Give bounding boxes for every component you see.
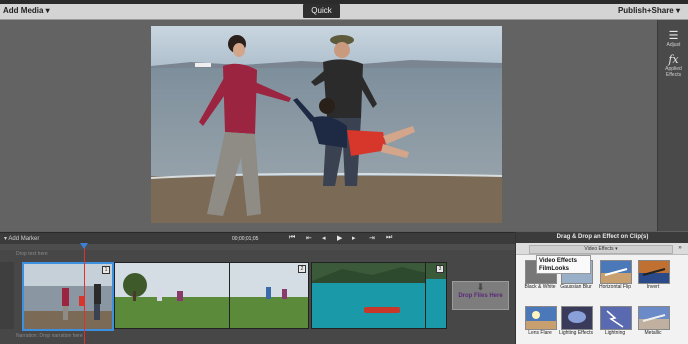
effects-category-menu: Video Effects FilmLooks	[536, 255, 591, 274]
effect-label: Gaussian Blur	[560, 284, 592, 290]
effect-thumbnail	[601, 268, 631, 283]
clip-thumbnail	[312, 263, 426, 328]
clip-thumbnail	[24, 264, 112, 329]
adjust-tool[interactable]: ☰ Adjust	[658, 30, 688, 48]
drop-files-label: Drop Files Here	[458, 293, 503, 299]
video-preview[interactable]	[151, 26, 502, 223]
effects-panel-title: Drag & Drop an Effect on Clip(s)	[516, 232, 688, 243]
step-forward-icon[interactable]: ▸	[352, 234, 356, 242]
fx-icon: fx	[668, 53, 679, 66]
go-to-end-icon[interactable]: ⏭	[386, 234, 392, 242]
timeline-track-header	[0, 262, 14, 329]
effect-label: Invert	[646, 284, 660, 290]
video-frame	[151, 26, 502, 223]
effect-invert[interactable]	[638, 260, 670, 284]
applied-effects-tool[interactable]: fx Applied Effects	[658, 53, 688, 79]
effect-thumbnail	[639, 314, 669, 329]
effect-thumbnail	[639, 268, 669, 283]
menu-item-filmlooks[interactable]: FilmLooks	[539, 265, 590, 273]
effect-label: Horizontal Flip	[599, 284, 631, 290]
video-track: 1 2 3	[22, 262, 450, 331]
clip-thumbnail	[115, 263, 230, 328]
add-marker-label: Add Marker	[8, 236, 40, 242]
clip-number-badge: 2	[298, 265, 306, 273]
clip-park[interactable]	[114, 262, 231, 329]
effect-lighting-effects[interactable]	[561, 306, 593, 330]
effects-panel: Drag & Drop an Effect on Clip(s) Video E…	[515, 232, 688, 344]
narration-track-hint: Narration: Drop narration here	[16, 333, 83, 339]
down-arrow-icon: ⬇	[476, 282, 485, 292]
effect-lightning[interactable]	[600, 306, 632, 330]
clip-lake-tail[interactable]: 3	[425, 262, 447, 329]
add-marker-button[interactable]: ▾ Add Marker	[4, 235, 39, 242]
sliders-icon: ☰	[668, 30, 679, 42]
quick-mode-button[interactable]: Quick	[303, 4, 340, 18]
effect-horizontal-flip[interactable]	[600, 260, 632, 284]
effects-category-row: Video Effects ▾ »	[516, 243, 688, 255]
clip-beach[interactable]: 1	[22, 262, 114, 331]
text-track-hint: Drop text here	[16, 251, 48, 257]
effect-label: Lightning	[604, 330, 626, 336]
marker-triangle-icon: ▾	[4, 236, 8, 242]
playhead-line	[84, 244, 85, 344]
next-edit-icon[interactable]: ⇥	[369, 234, 375, 242]
effect-thumbnail	[606, 310, 624, 328]
effects-category-dropdown[interactable]: Video Effects ▾	[529, 245, 673, 254]
next-category-icon[interactable]: »	[675, 244, 685, 253]
clip-thumbnail	[230, 263, 308, 328]
add-media-button[interactable]: Add Media ▾	[3, 6, 50, 15]
effect-label: Metallic	[644, 330, 662, 336]
publish-share-button[interactable]: Publish+Share ▾	[618, 6, 680, 15]
adjust-label: Adjust	[666, 42, 681, 48]
previous-edit-icon[interactable]: ⇤	[306, 234, 312, 242]
applied-effects-label: Applied Effects	[665, 66, 682, 78]
step-back-icon[interactable]: ◂	[322, 234, 326, 242]
playhead-handle[interactable]	[80, 243, 88, 249]
timecode-display: 00;00;01;05	[232, 236, 259, 242]
clip-number-badge: 1	[102, 266, 110, 274]
effect-label: Black & White	[524, 284, 556, 290]
drop-files-target[interactable]: ⬇ Drop Files Here	[452, 281, 509, 310]
effect-thumbnail	[526, 311, 556, 329]
effect-metallic[interactable]	[638, 306, 670, 330]
go-to-start-icon[interactable]: ⏮	[289, 234, 295, 242]
right-tool-panel: ☰ Adjust fx Applied Effects	[657, 20, 688, 231]
effect-label: Lighting Effects	[558, 330, 594, 336]
effect-label: Lens Flare	[528, 330, 552, 336]
clip-lake[interactable]	[311, 262, 427, 329]
menu-item-video-effects[interactable]: Video Effects	[539, 257, 590, 265]
top-toolbar: Add Media ▾ Quick Publish+Share ▾	[0, 4, 688, 20]
play-icon[interactable]: ▶	[337, 234, 342, 242]
clip-park-2[interactable]: 2	[229, 262, 309, 329]
effect-thumbnail	[568, 311, 586, 323]
effect-lens-flare[interactable]	[525, 306, 557, 330]
clip-number-badge: 3	[436, 265, 444, 273]
